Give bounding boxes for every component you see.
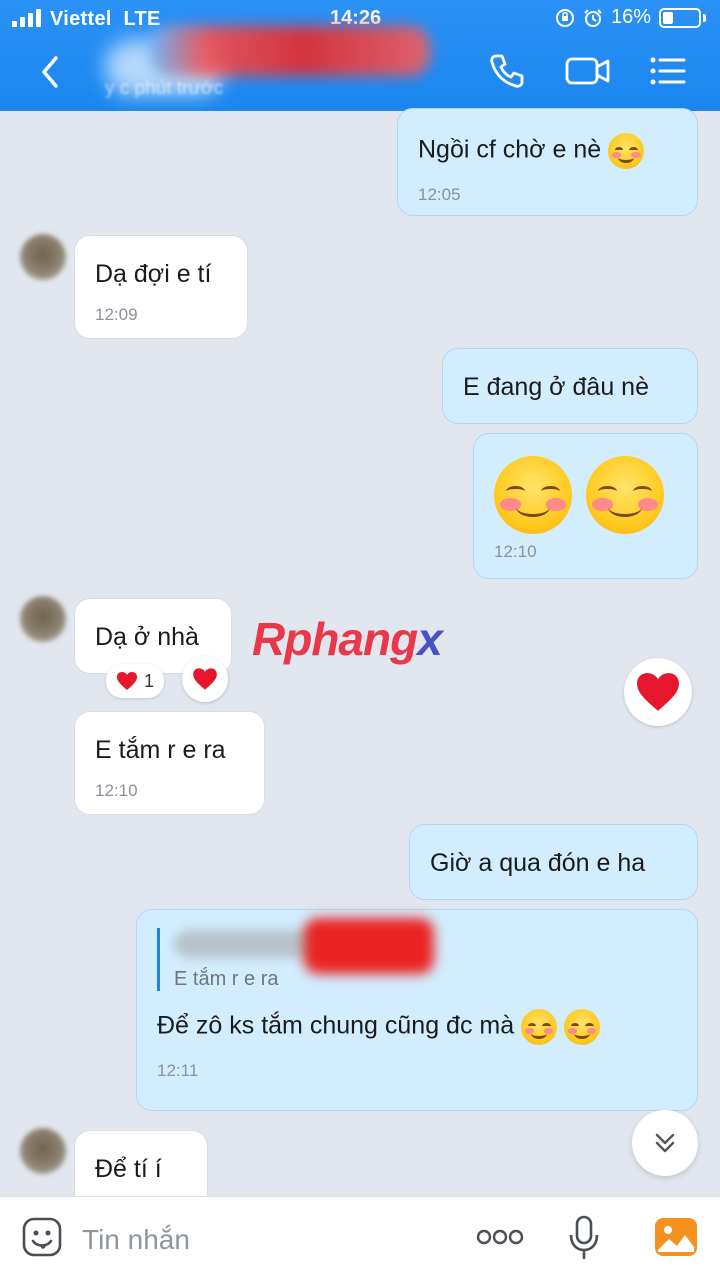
watermark-part2: x	[417, 613, 443, 665]
heart-icon	[117, 672, 137, 690]
smirk-emoji-icon	[494, 456, 572, 534]
menu-list-icon[interactable]	[648, 52, 688, 90]
phone-icon[interactable]	[488, 52, 526, 90]
double-chevron-down-icon	[655, 1133, 675, 1153]
message-text: Dạ ở nhà	[95, 623, 199, 651]
message-text: E đang ở đâu nè	[463, 373, 649, 401]
message-time: 12:05	[418, 185, 461, 204]
message-time: 12:10	[494, 542, 537, 561]
message-text: Để zô ks tắm chung cũng đc mà	[157, 1011, 515, 1040]
carrier-label: Viettel LTE	[50, 8, 161, 31]
avatar[interactable]	[20, 1128, 66, 1174]
signal-icon	[12, 9, 41, 27]
battery-cap-icon	[703, 13, 706, 22]
blushing-emoji-icon	[608, 133, 645, 169]
microphone-icon[interactable]	[566, 1215, 602, 1261]
status-icons: 16%	[555, 6, 706, 29]
message-composer	[0, 1196, 720, 1281]
reaction-count: 1	[144, 670, 155, 691]
message-outgoing-reply[interactable]: E tắm r e ra Để zô ks tắm chung cũng đc …	[136, 909, 698, 1111]
message-input[interactable]	[80, 1217, 444, 1263]
message-incoming[interactable]: Dạ đợi e tí 12:09	[74, 235, 248, 339]
message-text: Ngồi cf chờ e nè	[418, 135, 602, 164]
chat-header: Viettel LTE 14:26 16% y c phút trước	[0, 0, 720, 111]
message-text: Dạ đợi e tí	[95, 260, 212, 288]
quoted-sender-redacted	[174, 918, 434, 974]
smile-emoji-icon	[564, 1009, 601, 1045]
network-type: LTE	[123, 8, 161, 30]
message-time: 12:09	[95, 305, 138, 324]
carrier-name: Viettel	[50, 8, 112, 30]
last-seen-label: y c phút trước	[105, 78, 224, 99]
react-heart-button[interactable]	[624, 658, 692, 726]
avatar[interactable]	[20, 596, 66, 642]
scroll-to-bottom-button[interactable]	[632, 1110, 698, 1176]
battery-icon	[659, 7, 701, 28]
watermark-logo: Rphangx	[252, 612, 443, 666]
quoted-message[interactable]: E tắm r e ra	[157, 918, 677, 991]
video-call-icon[interactable]	[565, 52, 611, 90]
battery-percent: 16%	[610, 6, 651, 28]
message-outgoing[interactable]: Ngồi cf chờ e nè 12:05	[397, 108, 698, 216]
react-heart-button[interactable]	[182, 656, 228, 702]
back-arrow-icon[interactable]	[34, 52, 64, 92]
photo-gallery-icon[interactable]	[654, 1217, 698, 1257]
more-options-icon[interactable]	[476, 1225, 524, 1249]
message-time: 12:11	[157, 1061, 199, 1080]
heart-icon	[637, 673, 679, 711]
orientation-lock-icon	[555, 8, 574, 27]
message-text: E tắm r e ra	[95, 736, 226, 764]
message-outgoing-sticker[interactable]: 12:10	[473, 433, 698, 579]
message-outgoing[interactable]: Giờ a qua đón e ha	[409, 824, 698, 900]
watermark-part1: Rphang	[252, 613, 418, 665]
message-time: 12:10	[95, 781, 138, 800]
avatar[interactable]	[20, 234, 66, 280]
sticker-face-icon[interactable]	[22, 1217, 62, 1257]
smirk-emoji-icon	[586, 456, 664, 534]
message-text: Để tí í	[95, 1155, 162, 1183]
message-incoming[interactable]: E tắm r e ra 12:10	[74, 711, 265, 815]
message-outgoing[interactable]: E đang ở đâu nè	[442, 348, 698, 424]
heart-icon	[193, 668, 217, 690]
smile-emoji-icon	[521, 1009, 558, 1045]
message-text: Giờ a qua đón e ha	[430, 849, 646, 877]
contact-name-redacted[interactable]	[150, 26, 430, 76]
reaction-summary[interactable]: 1	[106, 664, 165, 698]
alarm-icon	[584, 8, 602, 27]
